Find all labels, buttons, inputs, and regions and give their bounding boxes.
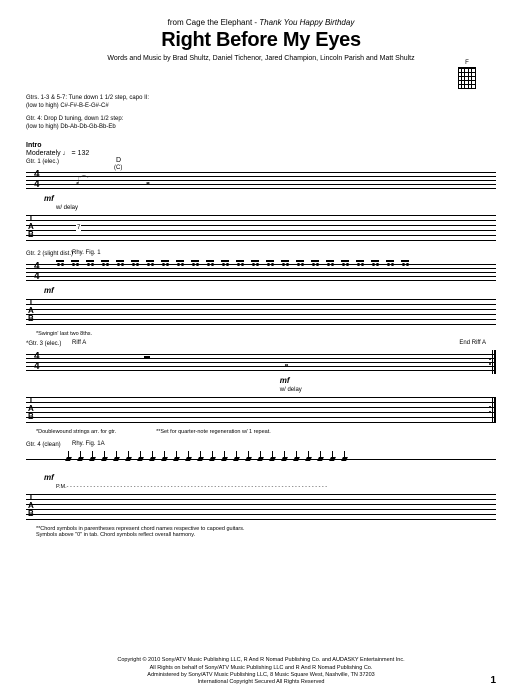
tab-1: TAB 7 [26,213,496,243]
tuning-line-2: (low to high) C#-F#-B-E-G#-C# [26,102,496,110]
note-tie: 𝅗𝅥⁀ [76,176,89,187]
gtr3-label: *Gtr. 3 (elec.) [26,341,496,347]
tab-4: TAB [26,492,496,522]
footer-line-3: Administered by Sony/ATV Music Publishin… [26,672,496,679]
rhy-fig1a-label: Rhy. Fig. 1A [72,441,105,447]
gtr1-label: Gtr. 1 (elec.) [26,159,496,165]
slash-notation [66,451,486,461]
swing-annotation: *Swingin' last two 8ths. [36,331,496,337]
delay-note-1: w/ delay [56,205,496,211]
tab-fret: 7 [76,225,81,231]
delay-note-2: w/ delay [280,387,496,393]
riff-a-label: Riff A [72,340,86,346]
time-signature: 44 [34,170,40,190]
tuning-block: Gtrs. 1-3 & 5-7: Tune down 1 1/2 step, c… [26,94,496,132]
tab-2: TAB [26,297,496,327]
chord-diagram-F: F [458,60,476,89]
chord-name: F [458,60,476,66]
system-3: *Gtr. 3 (elec.) Riff A End Riff A 44 𝅝 m… [26,341,496,438]
pm-note: P.M.- - - - - - - - - - - - - - - - - - … [56,484,496,490]
staff-3: Riff A End Riff A 44 𝅝 [26,348,496,376]
staff-2: Rhy. Fig. 1 44 [26,258,496,286]
regen-note: **Set for quarter-note regeneration w/ 1… [156,429,271,435]
tab-3: TAB [26,395,496,425]
sheet-header: from Cage the Elephant - Thank You Happy… [26,18,496,62]
whole-rest [144,356,150,359]
tempo-marking: Moderately ♩ = 132 [26,150,496,157]
footer-line-4: International Copyright Secured All Righ… [26,679,496,686]
dynamic-mf-1: mf [44,194,496,203]
chord-paren-note: **Chord symbols in parentheses represent… [36,526,496,538]
song-title: Right Before My Eyes [26,29,496,52]
dynamic-mf-4: mf [44,473,496,482]
repeat-end [492,350,496,374]
credits-line: Words and Music by Brad Shultz, Daniel T… [26,55,496,62]
footer-line-2: All Rights on behalf of Sony/ATV Music P… [26,665,496,672]
system-1: Intro Moderately ♩ = 132 D (C) Gtr. 1 (e… [26,142,496,243]
fret-grid [458,67,476,89]
dense-eighths [56,258,492,286]
source-line: from Cage the Elephant - Thank You Happy… [26,18,496,27]
rhythm-staff: Rhy. Fig. 1A [26,449,496,471]
tab-label-1: TAB [28,215,34,239]
tuning-line-3: Gtr. 4: Drop D tuning, down 1/2 step: [26,115,496,123]
page-number: 1 [490,675,496,686]
copyright-footer: Copyright © 2010 Sony/ATV Music Publishi… [26,657,496,686]
intro-label: Intro [26,142,496,149]
staff-1: 44 𝅗𝅥⁀ 𝅝 [26,166,496,194]
two-gtrs-note: *Doublewound strings arr. for gtr. [36,429,116,435]
dynamic-mf-2: mf [44,286,496,295]
tuning-line-4: (low to high) Db-Ab-Db-Gb-Bb-Eb [26,123,496,131]
footer-line-1: Copyright © 2010 Sony/ATV Music Publishi… [26,657,496,664]
system-4: Gtr. 4 (clean) Rhy. Fig. 1A mf P.M.- - -… [26,442,496,538]
rhy-fig1-label: Rhy. Fig. 1 [72,250,101,256]
end-riff-a: End Riff A [459,340,486,346]
tuning-line-1: Gtrs. 1-3 & 5-7: Tune down 1 1/2 step, c… [26,94,496,102]
system-2: Gtr. 2 (slight dist.) Rhy. Fig. 1 44 [26,251,496,337]
chord-D: D [116,157,121,164]
album-name: Thank You Happy Birthday [259,18,354,27]
from-prefix: from Cage the Elephant - [168,18,257,27]
dynamic-mf-3: mf [280,376,496,385]
